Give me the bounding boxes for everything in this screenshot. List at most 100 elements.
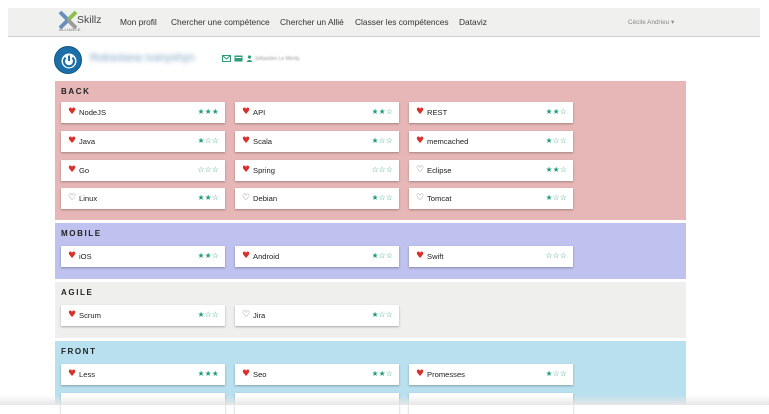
star-rating[interactable]: ★☆☆ <box>372 192 393 203</box>
section-title: FRONT <box>61 347 97 356</box>
heart-icon[interactable]: ♥ <box>242 106 250 118</box>
user-menu-dropdown[interactable]: Cécile Andrieu ▾ <box>628 18 674 26</box>
skill-card-linux[interactable]: ♡ Linux ★★☆ <box>61 188 225 209</box>
heart-icon[interactable]: ♡ <box>416 192 424 204</box>
star-rating[interactable]: ★☆☆ <box>546 135 567 146</box>
star-rating[interactable]: ★★☆ <box>546 106 567 117</box>
skill-card-java[interactable]: ♥ Java ★☆☆ <box>61 131 225 152</box>
star-rating[interactable]: ★★☆ <box>198 192 219 203</box>
heart-icon[interactable]: ♡ <box>68 192 76 204</box>
heart-icon[interactable]: ♥ <box>416 250 424 262</box>
top-navbar: Skillz ALLIANCE Mon profil Chercher une … <box>8 8 760 37</box>
skill-card-api[interactable]: ♥ API ★★☆ <box>235 102 399 123</box>
nav-mon-profil[interactable]: Mon profil <box>120 17 157 27</box>
power-icon <box>61 53 77 69</box>
skill-card-scala[interactable]: ♥ Scala ★☆☆ <box>235 131 399 152</box>
star-rating[interactable]: ★★☆ <box>198 250 219 261</box>
nav-chercher-allie[interactable]: Chercher un Allié <box>280 17 344 27</box>
star-rating[interactable]: ★☆☆ <box>372 135 393 146</box>
skill-card-go[interactable]: ♥ Go ☆☆☆ <box>61 160 225 181</box>
star-rating[interactable]: ★☆☆ <box>372 250 393 261</box>
skill-name: REST <box>427 108 448 117</box>
star-rating[interactable]: ☆☆☆ <box>546 250 567 261</box>
nav-dataviz[interactable]: Dataviz <box>459 17 487 27</box>
skill-name: Scrum <box>79 311 101 320</box>
skill-card-promesses[interactable]: ♥ Promesses ★☆☆ <box>409 364 573 385</box>
skill-card-nodejs[interactable]: ♥ NodeJS ★★★ <box>61 102 225 123</box>
skill-card-eclipse[interactable]: ♡ Eclipse ★★☆ <box>409 160 573 181</box>
logo-name: Skillz <box>77 14 102 26</box>
star-rating[interactable]: ★★☆ <box>372 368 393 379</box>
profile-name: Roksolana Ivanyshyn <box>90 52 195 64</box>
heart-icon[interactable]: ♡ <box>242 309 250 321</box>
heart-icon[interactable]: ♡ <box>416 164 424 176</box>
skill-name: Android <box>253 252 280 261</box>
skill-name: Seo <box>253 370 267 379</box>
heart-icon[interactable]: ♥ <box>68 309 76 321</box>
section-title: AGILE <box>61 288 94 297</box>
skill-name: Promesses <box>427 370 465 379</box>
skill-name: Scala <box>253 137 272 146</box>
profile-header: Roksolana Ivanyshyn Sébastien Le Merdy <box>54 46 454 76</box>
heart-icon[interactable]: ♥ <box>68 106 76 118</box>
profile-manager: Sébastien Le Merdy <box>255 56 300 62</box>
heart-icon[interactable]: ♥ <box>242 135 250 147</box>
star-rating[interactable]: ★☆☆ <box>198 135 219 146</box>
heart-icon[interactable]: ♥ <box>416 135 424 147</box>
heart-icon[interactable]: ♥ <box>242 368 250 380</box>
skill-name: Java <box>79 137 96 146</box>
heart-icon[interactable]: ♥ <box>242 164 250 176</box>
star-rating[interactable]: ★★☆ <box>372 106 393 117</box>
skill-name: Swift <box>427 252 444 261</box>
skill-card-memcached[interactable]: ♥ memcached ★☆☆ <box>409 131 573 152</box>
heart-icon[interactable]: ♥ <box>68 250 76 262</box>
skill-name: Linux <box>79 194 98 203</box>
heart-icon[interactable]: ♥ <box>68 135 76 147</box>
skill-name: Tomcat <box>427 194 452 203</box>
skillz-logo[interactable]: Skillz ALLIANCE <box>58 9 118 35</box>
heart-icon[interactable]: ♡ <box>242 192 250 204</box>
star-rating[interactable]: ★☆☆ <box>546 192 567 203</box>
skill-card-scrum[interactable]: ♥ Scrum ★☆☆ <box>61 305 225 326</box>
skill-card-less[interactable]: ♥ Less ★★★ <box>61 364 225 385</box>
skill-card-swift[interactable]: ♥ Swift ☆☆☆ <box>409 246 573 267</box>
skill-name: iOS <box>79 252 92 261</box>
skill-card-android[interactable]: ♥ Android ★☆☆ <box>235 246 399 267</box>
nav-classer-competences[interactable]: Classer les compétences <box>355 17 449 27</box>
card-icon[interactable] <box>234 55 243 62</box>
section-title: BACK <box>61 87 91 96</box>
star-rating[interactable]: ★☆☆ <box>546 368 567 379</box>
heart-icon[interactable]: ♥ <box>242 250 250 262</box>
skill-card-ios[interactable]: ♥ iOS ★★☆ <box>61 246 225 267</box>
person-icon <box>246 55 253 62</box>
star-rating[interactable]: ★★★ <box>198 368 219 379</box>
nav-chercher-competence[interactable]: Chercher une compétence <box>171 17 270 27</box>
skill-card-debian[interactable]: ♡ Debian ★☆☆ <box>235 188 399 209</box>
skill-card-tomcat[interactable]: ♡ Tomcat ★☆☆ <box>409 188 573 209</box>
skill-name: Spring <box>253 166 275 175</box>
star-rating[interactable]: ★☆☆ <box>372 309 393 320</box>
mail-icon[interactable] <box>222 55 231 62</box>
heart-icon[interactable]: ♥ <box>416 106 424 118</box>
logo-subtitle: ALLIANCE <box>59 27 81 32</box>
heart-icon[interactable]: ♥ <box>68 164 76 176</box>
skill-card-jira[interactable]: ♡ Jira ★☆☆ <box>235 305 399 326</box>
star-rating[interactable]: ★★☆ <box>546 164 567 175</box>
skill-card-seo[interactable]: ♥ Seo ★★☆ <box>235 364 399 385</box>
star-rating[interactable]: ☆☆☆ <box>372 164 393 175</box>
heart-icon[interactable]: ♥ <box>68 368 76 380</box>
skill-name: Less <box>79 370 96 379</box>
skill-name: Debian <box>253 194 278 203</box>
profile-contact-icons <box>222 55 253 62</box>
skill-name: memcached <box>427 137 469 146</box>
star-rating[interactable]: ★☆☆ <box>198 309 219 320</box>
section-title: MOBILE <box>61 229 102 238</box>
skill-card-rest[interactable]: ♥ REST ★★☆ <box>409 102 573 123</box>
skill-name: Eclipse <box>427 166 452 175</box>
skill-name: Jira <box>253 311 266 320</box>
heart-icon[interactable]: ♥ <box>416 368 424 380</box>
star-rating[interactable]: ☆☆☆ <box>198 164 219 175</box>
star-rating[interactable]: ★★★ <box>198 106 219 117</box>
skill-card-spring[interactable]: ♥ Spring ☆☆☆ <box>235 160 399 181</box>
skill-name: Go <box>79 166 90 175</box>
